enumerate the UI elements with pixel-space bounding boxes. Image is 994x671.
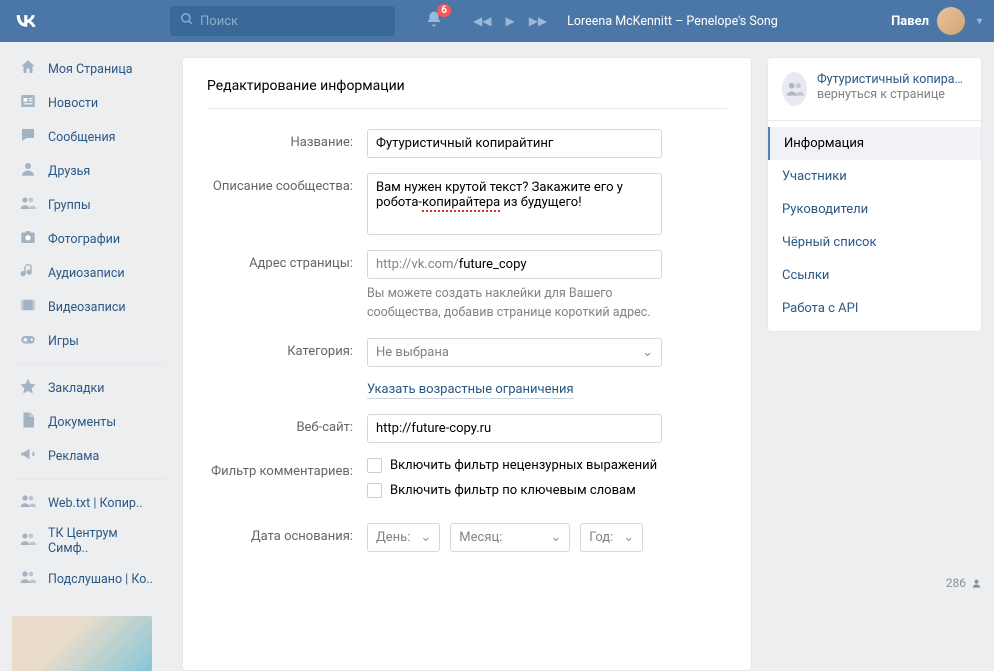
promo-thumbnail[interactable]	[12, 616, 152, 671]
video-icon	[18, 296, 38, 318]
sidebar-item-label: Web.txt | Копир..	[48, 496, 143, 511]
avatar	[937, 7, 965, 35]
founding-date-label: Дата основания:	[207, 523, 367, 544]
chevron-down-icon: ▾	[977, 16, 982, 27]
edit-information-form: Редактирование информации Название: Опис…	[182, 57, 752, 671]
home-icon	[18, 58, 38, 80]
docs-icon	[18, 411, 38, 433]
sidebar-item-nav1-4[interactable]: Группы	[12, 188, 167, 222]
day-select[interactable]: День:⌄	[367, 523, 440, 552]
photo-icon	[18, 228, 38, 250]
user-menu[interactable]: Павел ▾	[891, 7, 982, 35]
groups-icon	[18, 492, 38, 514]
settings-tab-2[interactable]: Руководители	[768, 193, 981, 226]
settings-tab-4[interactable]: Ссылки	[768, 259, 981, 292]
category-label: Категория:	[207, 338, 367, 359]
vk-logo[interactable]	[12, 7, 40, 35]
search-box[interactable]	[170, 6, 395, 36]
website-input[interactable]	[367, 414, 662, 443]
age-restrictions-link[interactable]: Указать возрастные ограничения	[367, 382, 574, 400]
year-select[interactable]: Год:⌄	[580, 523, 643, 552]
prev-track-icon[interactable]: ◀◀	[473, 14, 491, 28]
profanity-filter-checkbox[interactable]: Включить фильтр нецензурных выражений	[367, 458, 727, 473]
groups-icon	[18, 194, 38, 216]
audio-player: ◀◀ ▶ ▶▶ Loreena McKennitt – Penelope's S…	[473, 14, 778, 29]
category-select[interactable]: Не выбрана ⌄	[367, 338, 662, 367]
notification-badge: 6	[437, 4, 451, 17]
address-hint: Вы можете создать наклейки для Вашего со…	[367, 285, 677, 323]
sidebar-item-label: Реклама	[48, 449, 99, 464]
settings-tab-0[interactable]: Информация	[768, 127, 981, 160]
sidebar-item-label: Закладки	[48, 381, 105, 396]
sidebar-item-nav1-1[interactable]: Новости	[12, 86, 167, 120]
sidebar-item-label: Подслушано | Ко..	[48, 572, 153, 587]
sidebar-item-label: Аудиозаписи	[48, 266, 125, 281]
website-label: Веб-сайт:	[207, 414, 367, 435]
sidebar-item-nav2-2[interactable]: Реклама	[12, 439, 167, 473]
sidebar-item-nav1-8[interactable]: Игры	[12, 324, 167, 358]
description-textarea[interactable]: Вам нужен крутой текст? Закажите его у р…	[367, 173, 662, 235]
sidebar-item-nav1-0[interactable]: Моя Страница	[12, 52, 167, 86]
topbar: 6 ◀◀ ▶ ▶▶ Loreena McKennitt – Penelope's…	[0, 0, 994, 42]
sidebar-item-nav3-2[interactable]: Подслушано | Ко..	[12, 562, 167, 596]
notifications-icon[interactable]: 6	[425, 10, 443, 32]
settings-tab-1[interactable]: Участники	[768, 160, 981, 193]
search-icon	[180, 12, 194, 30]
sidebar-item-nav1-2[interactable]: Сообщения	[12, 120, 167, 154]
groups-icon	[18, 568, 38, 590]
filter-label: Фильтр комментариев:	[207, 458, 367, 479]
sidebar-item-label: Новости	[48, 96, 98, 111]
sidebar-item-nav1-3[interactable]: Друзья	[12, 154, 167, 188]
back-to-page-link[interactable]: вернуться к странице	[817, 87, 967, 102]
chevron-down-icon: ⌄	[642, 345, 653, 360]
sidebar-item-label: Моя Страница	[48, 62, 133, 77]
star-icon	[18, 377, 38, 399]
search-input[interactable]	[200, 14, 385, 29]
sidebar-item-nav3-0[interactable]: Web.txt | Копир..	[12, 486, 167, 520]
sidebar-item-nav2-0[interactable]: Закладки	[12, 371, 167, 405]
month-select[interactable]: Месяц:⌄	[450, 523, 570, 552]
sidebar-item-label: Друзья	[48, 164, 90, 179]
play-icon[interactable]: ▶	[505, 14, 514, 28]
address-input[interactable]: http://vk.com/future_copy	[367, 250, 662, 279]
description-label: Описание сообщества:	[207, 173, 367, 194]
community-title-link[interactable]: Футуристичный копирай...	[817, 72, 967, 87]
sidebar-item-label: Группы	[48, 198, 91, 213]
games-icon	[18, 330, 38, 352]
sidebar-item-label: Видеозаписи	[48, 300, 126, 315]
next-track-icon[interactable]: ▶▶	[529, 14, 547, 28]
side-navigation: Моя Страница Новости Сообщения Друзья Группы…	[12, 42, 167, 671]
username-label: Павел	[891, 14, 929, 29]
friend-icon	[18, 160, 38, 182]
settings-tab-3[interactable]: Чёрный список	[768, 226, 981, 259]
sidebar-item-label: Игры	[48, 334, 79, 349]
community-sidebar: Футуристичный копирай... вернуться к стр…	[767, 57, 982, 332]
sidebar-item-label: Сообщения	[48, 130, 116, 145]
viewers-count[interactable]: 286	[946, 576, 982, 590]
now-playing-title[interactable]: Loreena McKennitt – Penelope's Song	[567, 14, 778, 29]
msg-icon	[18, 126, 38, 148]
settings-tab-5[interactable]: Работа с API	[768, 292, 981, 325]
sidebar-item-nav3-1[interactable]: ТК Центрум Симф..	[12, 520, 167, 562]
address-label: Адрес страницы:	[207, 250, 367, 271]
audio-icon	[18, 262, 38, 284]
form-heading: Редактирование информации	[207, 78, 727, 109]
ads-icon	[18, 445, 38, 467]
sidebar-item-nav1-7[interactable]: Видеозаписи	[12, 290, 167, 324]
name-input[interactable]	[367, 129, 662, 158]
groups-icon	[18, 530, 38, 552]
keyword-filter-checkbox[interactable]: Включить фильтр по ключевым словам	[367, 483, 727, 498]
sidebar-item-nav1-6[interactable]: Аудиозаписи	[12, 256, 167, 290]
community-avatar-icon	[782, 72, 807, 106]
name-label: Название:	[207, 129, 367, 150]
sidebar-item-label: Фотографии	[48, 232, 120, 247]
sidebar-item-label: ТК Центрум Симф..	[48, 526, 161, 556]
sidebar-item-nav2-1[interactable]: Документы	[12, 405, 167, 439]
sidebar-item-nav1-5[interactable]: Фотографии	[12, 222, 167, 256]
sidebar-item-label: Документы	[48, 415, 116, 430]
news-icon	[18, 92, 38, 114]
